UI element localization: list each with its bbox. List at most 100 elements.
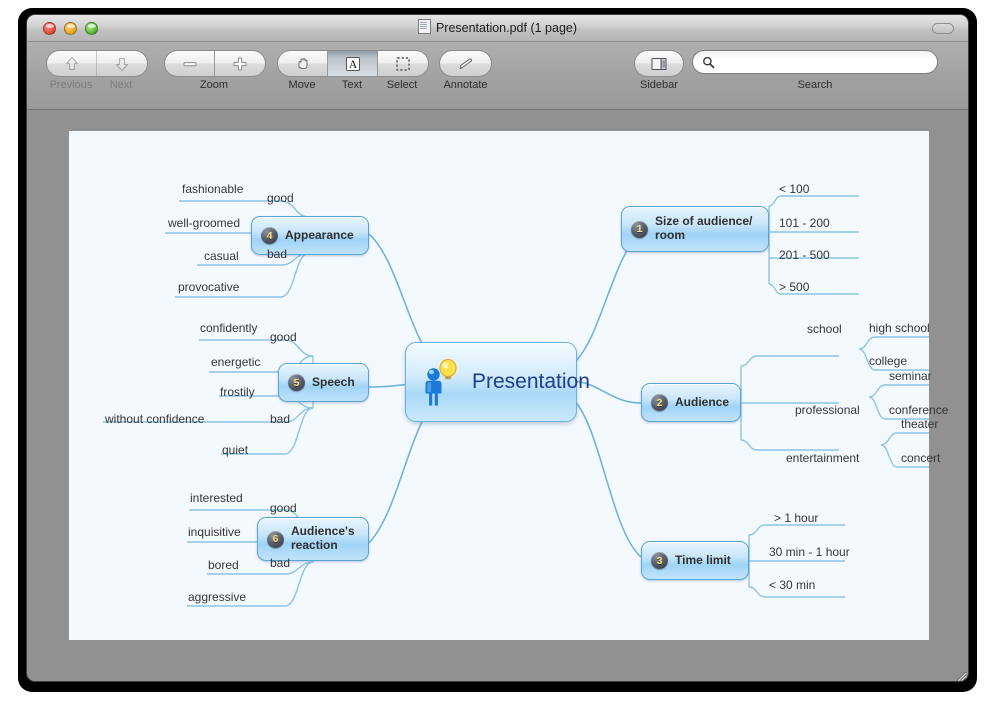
leaf-30min-1hour: 30 min - 1 hour (769, 545, 850, 559)
leaf-aggressive: aggressive (188, 590, 247, 604)
annotate-tool-label: Annotate (443, 79, 488, 91)
leaf-fashionable: fashionable (182, 182, 244, 196)
leaf-without-confidence: without confidence (105, 412, 205, 426)
select-tool-button[interactable] (378, 51, 428, 76)
text-a-icon: A (345, 56, 360, 71)
leaf-frostily: frostily (220, 385, 255, 399)
zoom-group-label: Zoom (199, 79, 229, 91)
navigation-labels: Previous Next (46, 79, 146, 91)
annotate-button-group (439, 50, 492, 77)
zoom-in-button[interactable] (215, 51, 265, 76)
search-field[interactable] (692, 50, 938, 74)
group-label-entertainment: entertainment (786, 451, 860, 465)
branch-node-size-of-audience[interactable]: 1 Size of audience/ room (621, 206, 769, 252)
pencil-icon (459, 57, 472, 69)
branch-node-audience[interactable]: 2 Audience (641, 383, 741, 422)
leaf-concert: concert (901, 451, 941, 465)
zoom-out-button[interactable] (165, 51, 215, 76)
text-tool-button[interactable]: A (328, 51, 378, 76)
branch-label-audience: Audience (675, 394, 730, 409)
toolbar: Previous Next Zoom A Move Text Select An… (27, 42, 968, 110)
window-titlebar: Presentation.pdf (1 page) (27, 15, 968, 42)
tool-labels: Move Text Select (277, 79, 427, 91)
branch-node-speech[interactable]: 5 Speech (278, 363, 369, 402)
group-label-school: school (807, 322, 842, 336)
group-label-speech-bad: bad (270, 412, 291, 426)
desktop: Presentation.pdf (1 page) Previous Next … (0, 0, 995, 706)
leaf-inquisitive: inquisitive (188, 525, 241, 539)
leaf-seminar: seminar (889, 369, 932, 383)
leaf-theater: theater (901, 417, 939, 431)
branch-label-audience-reaction: Audience's reaction (291, 524, 355, 553)
branch-label-speech: Speech (312, 374, 355, 389)
pdf-document-icon (417, 19, 431, 34)
leaf-well-groomed: well-groomed (168, 216, 241, 230)
plus-icon (233, 57, 247, 70)
leaf-casual: casual (204, 249, 239, 263)
sidebar-button-label: Sidebar (640, 79, 678, 91)
text-tool-label: Text (341, 79, 363, 91)
leaf-provocative: provocative (178, 280, 240, 294)
document-viewport[interactable]: Presentation 4 Appearance 5 Speech 6 Aud… (27, 110, 968, 682)
branch-node-time-limit[interactable]: 3 Time limit (641, 541, 749, 580)
leaf-over-1-hour: > 1 hour (774, 511, 819, 525)
branch-label-line1: Size of audience/ (655, 214, 753, 229)
hand-icon (298, 57, 307, 69)
select-tool-label: Select (386, 79, 418, 91)
leaf-college: college (869, 354, 908, 368)
leaf-interested: interested (190, 491, 243, 505)
leaf-conference: conference (889, 403, 949, 417)
branch-label-time-limit: Time limit (675, 552, 731, 567)
branch-badge-3: 3 (651, 552, 668, 569)
branch-label-size-of-audience: Size of audience/ room (655, 214, 753, 243)
group-label-reaction-bad: bad (270, 556, 291, 570)
search-field-label: Search (797, 79, 833, 91)
branch-badge-5: 5 (288, 374, 305, 391)
leaf-over-500: > 500 (779, 280, 810, 294)
branch-label-appearance: Appearance (285, 227, 354, 242)
svg-text:A: A (348, 59, 357, 71)
marquee-select-icon (396, 56, 410, 71)
leaf-quiet: quiet (222, 443, 249, 457)
search-input[interactable] (721, 53, 926, 71)
toolbar-toggle-button[interactable] (932, 23, 954, 34)
branch-node-audience-reaction[interactable]: 6 Audience's reaction (257, 517, 369, 561)
leaf-201-500: 201 - 500 (779, 248, 830, 262)
person-with-lightbulb-icon (425, 359, 457, 406)
group-label-appearance-bad: bad (267, 247, 288, 261)
branch-badge-2: 2 (651, 394, 668, 411)
move-tool-label: Move (288, 79, 316, 91)
window-resize-grip[interactable] (953, 668, 967, 682)
annotate-labels: Annotate (439, 79, 492, 91)
previous-button-label: Previous (49, 79, 93, 91)
group-label-reaction-good: good (270, 501, 297, 515)
leaf-under-30-min: < 30 min (769, 578, 816, 592)
branch-label-line2: room (655, 228, 685, 242)
leaf-under-100: < 100 (779, 182, 810, 196)
tool-button-group: A (277, 50, 429, 77)
next-button-label: Next (109, 79, 133, 91)
window-title-text: Presentation.pdf (1 page) (435, 21, 578, 35)
leaf-101-200: 101 - 200 (779, 216, 830, 230)
sidebar-toggle-button[interactable] (635, 51, 683, 76)
window-title: Presentation.pdf (1 page) (27, 19, 968, 35)
branch-label-line1: Audience's (291, 524, 355, 539)
annotate-tool-button[interactable] (440, 51, 491, 76)
leaf-energetic: energetic (211, 355, 261, 369)
branch-label-line2: reaction (291, 538, 338, 552)
leaf-high-school: high school (869, 321, 930, 335)
arrow-up-icon (65, 56, 78, 70)
move-tool-button[interactable] (278, 51, 328, 76)
sidebar-panel-icon (651, 57, 667, 70)
leaf-bored: bored (208, 558, 239, 572)
center-node-label: Presentation (472, 370, 590, 393)
sidebar-button-group (634, 50, 684, 77)
zoom-button-group (164, 50, 266, 77)
previous-page-button[interactable] (47, 51, 97, 76)
next-page-button[interactable] (97, 51, 147, 76)
minus-icon (183, 61, 196, 66)
mindmap-center-node[interactable]: Presentation (405, 342, 590, 422)
zoom-group-label-row: Zoom (164, 79, 264, 91)
pdf-page: Presentation 4 Appearance 5 Speech 6 Aud… (69, 131, 948, 640)
arrow-down-icon (115, 57, 129, 71)
